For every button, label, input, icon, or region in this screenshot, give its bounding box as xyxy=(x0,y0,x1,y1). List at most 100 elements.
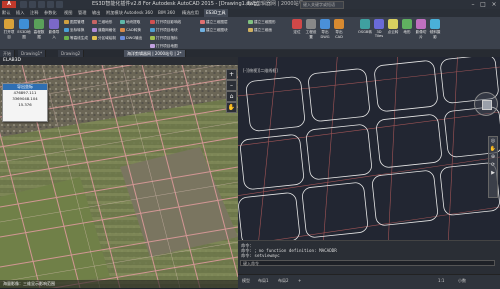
doc-tab-start[interactable]: 开始 xyxy=(0,50,15,57)
app-logo[interactable]: A xyxy=(2,1,16,8)
pan-icon[interactable]: ✋ xyxy=(226,102,237,113)
open-icon[interactable] xyxy=(29,1,36,8)
units-readout[interactable]: 小数 xyxy=(458,278,466,284)
project-index-button[interactable]: 打开项目指标 xyxy=(150,36,178,41)
coordinate-popup[interactable]: 导出坐标 476897.111 3369048.104 15.376 xyxy=(2,83,48,122)
build-3d-face-button[interactable]: 建立三维面 xyxy=(248,28,272,33)
export-dwg-button[interactable]: 导出DWG xyxy=(318,19,332,39)
terrain-export-button[interactable]: 地形 xyxy=(400,19,414,35)
osgb-button[interactable]: OSGB转 xyxy=(358,19,372,35)
coord-convert-button[interactable]: 坐标转换 xyxy=(64,28,84,33)
tab-manage[interactable]: 管理 xyxy=(78,9,86,17)
cad-icon xyxy=(334,19,344,29)
steering-wheel-icon[interactable]: ◎ xyxy=(489,137,497,145)
doc-tab-active[interactable]: 海洋剪辑器网 | 2000站号 | 2* xyxy=(124,50,186,57)
parcel-extract-button[interactable]: 地块提取 xyxy=(120,20,140,25)
add-layout-button[interactable]: + xyxy=(298,278,301,283)
model-tab[interactable]: 模型 xyxy=(242,278,250,284)
shape-icon xyxy=(248,20,253,24)
folder-icon xyxy=(4,19,14,29)
undo-icon[interactable] xyxy=(47,1,54,8)
parcel-map-icon xyxy=(150,28,155,32)
home-icon[interactable]: ⌂ xyxy=(226,91,237,102)
pointcloud-button[interactable]: 点云转 xyxy=(386,19,400,35)
image-import-button[interactable]: 影像导入 xyxy=(47,19,61,40)
navigation-bar: ◎ ✋ ⊕ ⟳ ▶ xyxy=(488,136,498,198)
doc-tab-drawing2[interactable]: Drawing2 xyxy=(58,50,85,57)
close-button[interactable]: × xyxy=(489,0,499,9)
locate-button[interactable]: 定位 xyxy=(290,19,304,35)
coordinate-icon xyxy=(64,28,69,32)
build-3d-layer-button[interactable]: 建立三维图层 xyxy=(200,20,228,25)
orbit-tool-icon[interactable]: ⟳ xyxy=(489,161,497,169)
pin-icon xyxy=(292,19,302,29)
tab-view[interactable]: 视图 xyxy=(64,9,72,17)
search-input[interactable]: 键入关键字或短语 xyxy=(300,1,344,9)
viewport-label: ELAB3D xyxy=(3,58,21,63)
cad-convert-button[interactable]: CAD转换 xyxy=(120,28,141,33)
tab-annotate[interactable]: 注释 xyxy=(30,9,38,17)
scale-readout[interactable]: 1:1 xyxy=(438,278,444,283)
tile-icon xyxy=(416,19,426,29)
zoom-tool-icon[interactable]: ⊕ xyxy=(489,153,497,161)
minimize-button[interactable]: – xyxy=(468,0,478,9)
export-cad-button[interactable]: 导出CAD xyxy=(332,19,346,39)
tab-default[interactable]: 默认 xyxy=(2,9,10,17)
road-grid-button[interactable]: 道路网格化 xyxy=(92,28,116,33)
new-icon[interactable] xyxy=(20,1,27,8)
mountain-icon xyxy=(92,20,97,24)
doc-tab-drawing1[interactable]: Drawing1* xyxy=(18,50,47,57)
layer-manage-button[interactable]: 图层管理 xyxy=(64,20,84,25)
pointcloud-icon xyxy=(388,19,398,29)
project-map-button[interactable]: 打开项目地图 xyxy=(150,44,178,49)
cad-viewport[interactable] xyxy=(238,57,500,240)
index-icon xyxy=(150,36,155,40)
region-draw-button[interactable]: 分区域绘制 xyxy=(92,36,116,41)
tab-bim360[interactable]: BIM 360 xyxy=(158,9,175,17)
gear-icon xyxy=(306,19,316,29)
tab-es3d[interactable]: ES3D工具 xyxy=(204,9,228,17)
dwg-export-button[interactable]: DWG输出 xyxy=(120,36,142,41)
tab-addins[interactable]: 附加模块 xyxy=(106,9,123,17)
terrain-3d-button[interactable]: 三维地形 xyxy=(92,20,112,25)
layout1-tab[interactable]: 布局1 xyxy=(258,278,269,284)
oblique-button[interactable]: 倾斜摄影 xyxy=(428,19,442,40)
es3d-map-button[interactable]: ES3D地图 xyxy=(17,19,31,40)
globe-icon xyxy=(19,19,29,29)
dwg-icon xyxy=(320,19,330,29)
image-tile-button[interactable]: 影像切片 xyxy=(414,19,428,40)
zoom-out-icon[interactable]: – xyxy=(226,80,237,91)
project-line-button[interactable]: 打开项目影响线 xyxy=(150,20,181,25)
map-nav-controls: + – ⌂ ✋ xyxy=(226,69,237,113)
viewcube-top-face[interactable] xyxy=(482,100,492,110)
pan-tool-icon[interactable]: ✋ xyxy=(489,145,497,153)
showmotion-icon[interactable]: ▶ xyxy=(489,169,497,177)
layout2-tab[interactable]: 布局2 xyxy=(278,278,289,284)
cad-view-label[interactable]: [-][俯视][二维线框] xyxy=(243,68,278,74)
maximize-button[interactable]: □ xyxy=(478,0,488,9)
ribbon-panel: 打开项目 ES3D地图 高程数据 影像导入 图层管理 坐标转换 等高线生成 三维… xyxy=(0,17,500,64)
3dtiles-button[interactable]: 3D Tiles xyxy=(372,19,386,38)
line-icon xyxy=(150,20,155,24)
contour-button[interactable]: 等高线生成 xyxy=(64,36,88,41)
tab-parametric[interactable]: 参数化 xyxy=(44,9,57,17)
tab-a360[interactable]: Autodesk 360 xyxy=(124,9,153,17)
open-project-button[interactable]: 打开项目 xyxy=(2,19,16,40)
elevation-button[interactable]: 高程数据 xyxy=(32,19,46,40)
command-input[interactable]: 键入命令 xyxy=(240,260,495,266)
tab-insert[interactable]: 插入 xyxy=(16,9,24,17)
redo-icon[interactable] xyxy=(56,1,63,8)
project-settings-button[interactable]: 工程设置 xyxy=(304,19,318,40)
build-3d-block-button[interactable]: 建立三维图块 xyxy=(200,28,228,33)
ribbon-tabs: 默认 插入 注释 参数化 视图 管理 输出 附加模块 Autodesk 360 … xyxy=(0,9,500,17)
zoom-in-icon[interactable]: + xyxy=(226,69,237,80)
image-icon xyxy=(49,19,59,29)
tab-featured[interactable]: 精选应用 xyxy=(182,9,199,17)
project-parcel-button[interactable]: 打开项目地块 xyxy=(150,28,178,33)
build-3d-shape-button[interactable]: 建立三维图形 xyxy=(248,20,276,25)
tab-output[interactable]: 输出 xyxy=(92,9,100,17)
window-title: ES3D智能化插件v2.8 For Autodesk AutoCAD 2015 … xyxy=(92,1,259,7)
viewcube[interactable] xyxy=(474,92,498,116)
terrain-icon xyxy=(34,19,44,29)
save-icon[interactable] xyxy=(38,1,45,8)
